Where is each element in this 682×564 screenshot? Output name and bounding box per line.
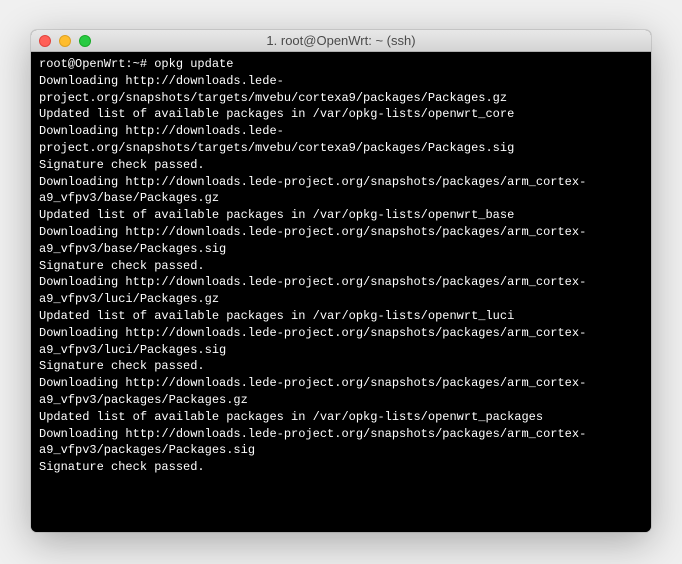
terminal-line: Signature check passed. (39, 157, 643, 174)
titlebar[interactable]: 1. root@OpenWrt: ~ (ssh) (31, 30, 651, 52)
terminal-line: Downloading http://downloads.lede-projec… (39, 325, 643, 359)
command: opkg update (154, 57, 233, 71)
terminal-line: Downloading http://downloads.lede-projec… (39, 224, 643, 258)
terminal-line: Downloading http://downloads.lede-projec… (39, 274, 643, 308)
terminal-line: Downloading http://downloads.lede-projec… (39, 123, 643, 157)
close-button[interactable] (39, 35, 51, 47)
terminal-line: Downloading http://downloads.lede-projec… (39, 375, 643, 409)
prompt-line: root@OpenWrt:~# opkg update (39, 56, 643, 73)
prompt: root@OpenWrt:~# (39, 57, 154, 71)
traffic-lights (39, 35, 91, 47)
terminal-line: Updated list of available packages in /v… (39, 106, 643, 123)
terminal-line: Signature check passed. (39, 459, 643, 476)
terminal-line: Signature check passed. (39, 358, 643, 375)
terminal-line: Updated list of available packages in /v… (39, 308, 643, 325)
maximize-button[interactable] (79, 35, 91, 47)
terminal-line: Downloading http://downloads.lede-projec… (39, 174, 643, 208)
terminal-line: Downloading http://downloads.lede-projec… (39, 426, 643, 460)
terminal-line: Updated list of available packages in /v… (39, 409, 643, 426)
terminal-body[interactable]: root@OpenWrt:~# opkg updateDownloading h… (31, 52, 651, 532)
terminal-window: 1. root@OpenWrt: ~ (ssh) root@OpenWrt:~#… (31, 30, 651, 532)
terminal-output: Downloading http://downloads.lede-projec… (39, 73, 643, 476)
terminal-line: Downloading http://downloads.lede-projec… (39, 73, 643, 107)
window-title: 1. root@OpenWrt: ~ (ssh) (31, 33, 651, 48)
terminal-line: Updated list of available packages in /v… (39, 207, 643, 224)
minimize-button[interactable] (59, 35, 71, 47)
terminal-line: Signature check passed. (39, 258, 643, 275)
